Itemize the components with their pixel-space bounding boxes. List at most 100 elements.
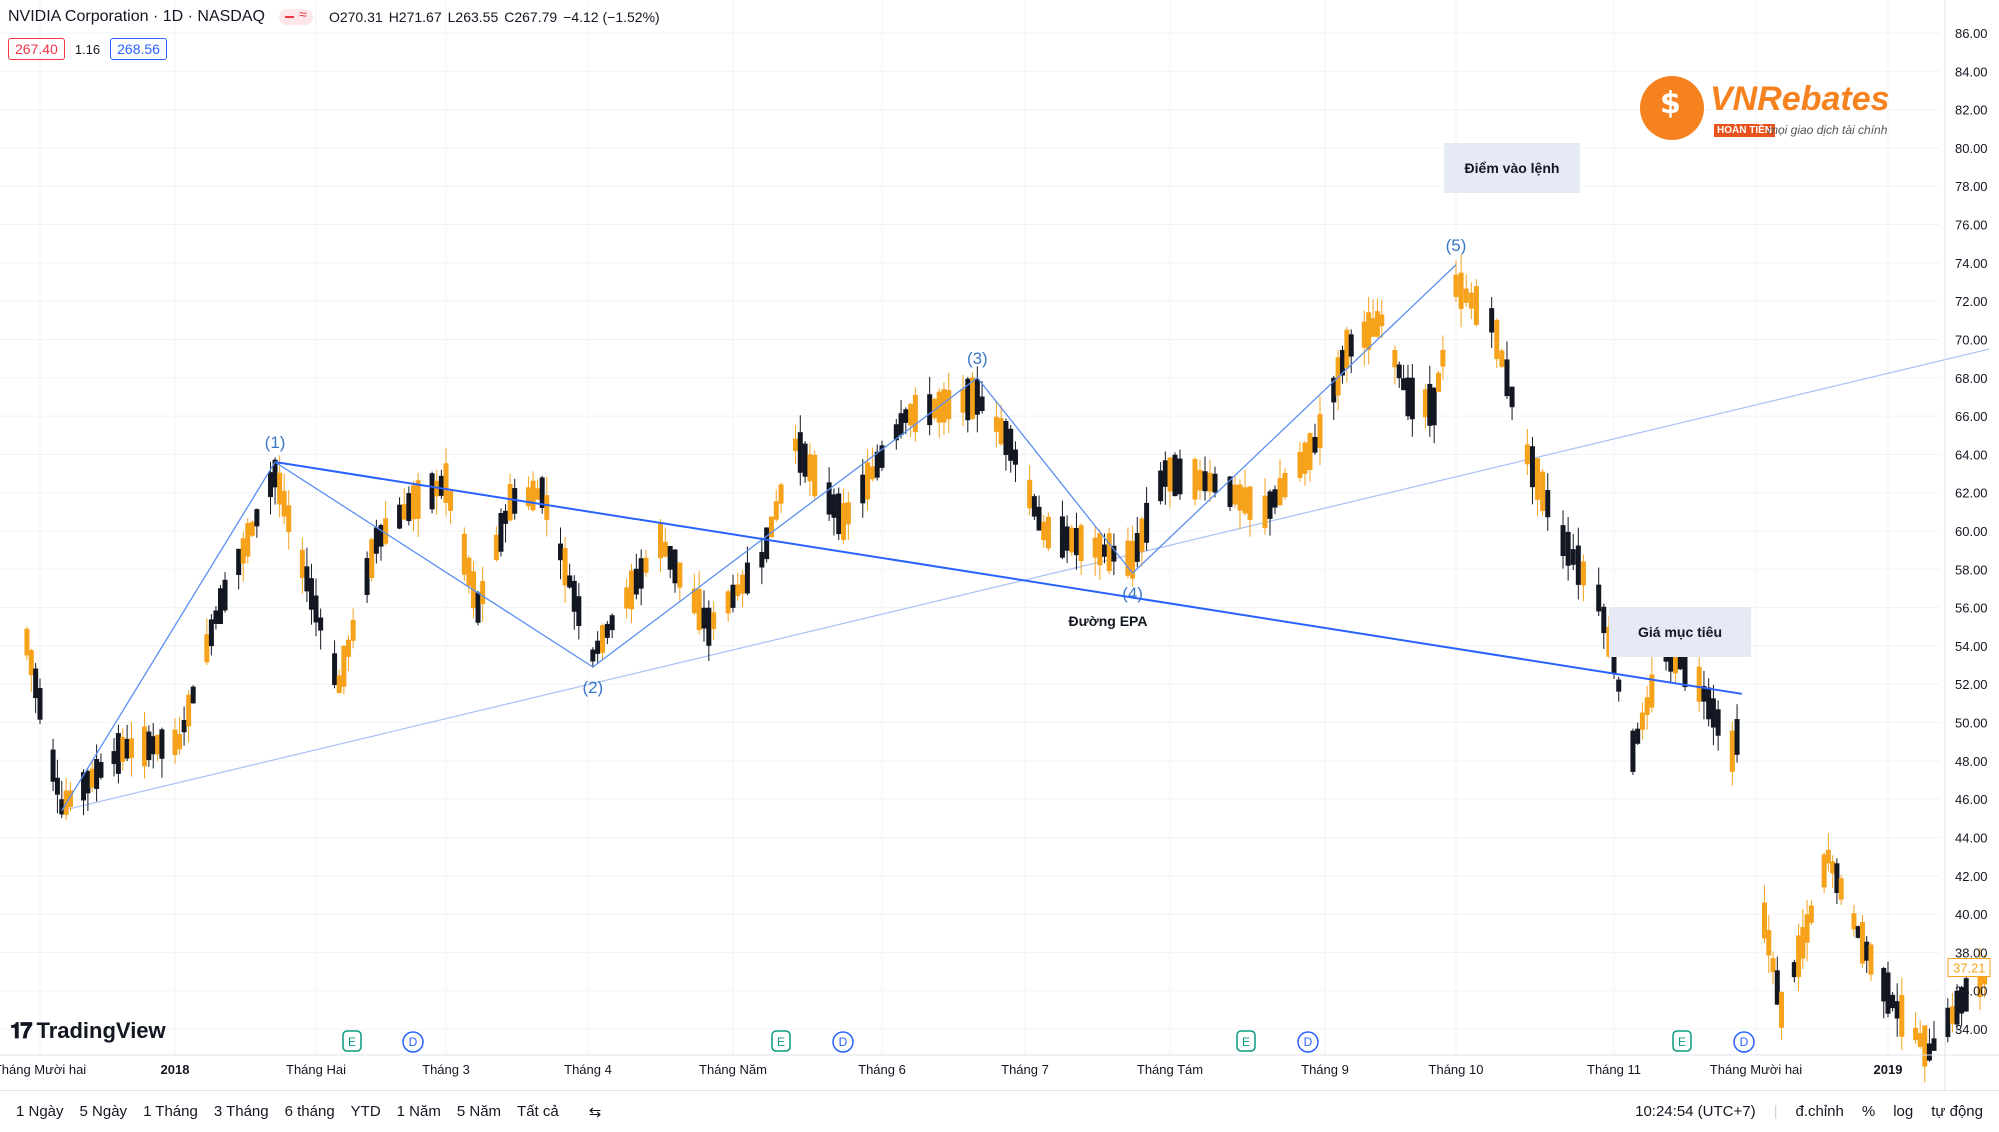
candle-body — [186, 694, 192, 727]
wave-label: (5) — [1446, 236, 1467, 255]
candle-body — [1899, 994, 1905, 1037]
candle-body — [85, 771, 91, 794]
candle-body — [177, 734, 183, 750]
candle-body — [525, 487, 531, 507]
candle-body — [1212, 473, 1218, 493]
candle-body — [466, 557, 472, 587]
tf-6m[interactable]: 6 tháng — [285, 1103, 335, 1120]
candle-body — [304, 566, 310, 592]
candle-body — [927, 394, 933, 426]
price-axis[interactable]: 86.00 84.00 82.00 80.00 78.00 76.00 74.00 72.00… — [1944, 0, 1991, 1090]
adjust-toggle[interactable]: đ.chỉnh — [1796, 1103, 1844, 1120]
target-note[interactable]: Giá mục tiêu — [1609, 607, 1751, 657]
candle-body — [869, 466, 875, 480]
tf-3m[interactable]: 3 Tháng — [214, 1103, 269, 1120]
visibility-toggle-icon[interactable] — [278, 6, 313, 25]
price-tick-label: 42.00 — [1955, 869, 1988, 884]
candle-body — [1232, 484, 1238, 505]
candle-body — [1851, 913, 1857, 930]
candle-body — [1097, 533, 1103, 566]
time-tick-label: Tháng 6 — [858, 1062, 906, 1077]
time-tick-label: 2019 — [1874, 1062, 1903, 1077]
candle-body — [759, 551, 765, 568]
log-toggle[interactable]: log — [1893, 1103, 1913, 1120]
candle-body — [1078, 525, 1084, 562]
price-chart[interactable]: (1) (2) (3) (4) (5) Đường EPA 86.00 84.00 82.0… — [0, 0, 1999, 1131]
candle-body — [1596, 584, 1602, 612]
candle-body — [254, 509, 260, 527]
candle-body — [629, 570, 634, 610]
candle-body — [1473, 286, 1479, 325]
brand-tag: HOÀN TIỀN — [1714, 124, 1775, 137]
clock[interactable]: 10:24:54 (UTC+7) — [1635, 1103, 1755, 1120]
candle-body — [1307, 433, 1313, 470]
tf-1m[interactable]: 1 Tháng — [143, 1103, 198, 1120]
candle-body — [1277, 478, 1283, 506]
candle-body — [1922, 1025, 1928, 1067]
candle-body — [24, 628, 30, 656]
candle-body — [667, 545, 673, 570]
tradingview-logo[interactable]: 𝟏𝟕 TradingView — [10, 1018, 166, 1044]
candle-body — [658, 522, 663, 559]
candle-body — [1317, 414, 1323, 449]
candle-body — [1565, 531, 1571, 566]
candle-body — [401, 504, 407, 520]
candle-body — [1489, 308, 1495, 333]
candle-body — [624, 587, 630, 609]
tf-ytd[interactable]: YTD — [351, 1103, 381, 1120]
candle-body — [1401, 378, 1407, 391]
price-tick-label: 54.00 — [1955, 639, 1988, 654]
candle-body — [1894, 1001, 1900, 1019]
candle-body — [415, 480, 421, 519]
candle-body — [318, 617, 324, 631]
price-tick-label: 82.00 — [1955, 103, 1988, 118]
candle-body — [1192, 458, 1198, 500]
ask-price[interactable]: 268.56 — [110, 38, 167, 60]
candle-body — [643, 557, 649, 573]
candle-body — [1696, 666, 1702, 702]
epa-line-path — [274, 461, 1742, 695]
candle-body — [286, 505, 292, 533]
candle-body — [1262, 495, 1268, 529]
tf-5y[interactable]: 5 Năm — [457, 1103, 501, 1120]
tf-all[interactable]: Tất cả — [517, 1103, 559, 1120]
candle-body — [567, 575, 573, 588]
candle-body — [662, 541, 668, 557]
price-tick-label: 80.00 — [1955, 141, 1988, 156]
auto-toggle[interactable]: tự động — [1931, 1103, 1983, 1120]
entry-note[interactable]: Điểm vào lệnh — [1444, 143, 1580, 193]
price-tick-label: 34.00 — [1955, 1022, 1988, 1037]
candle-body — [383, 518, 389, 544]
time-tick-label: Tháng Hai — [286, 1062, 346, 1077]
candle-body — [558, 543, 564, 561]
bid-price[interactable]: 267.40 — [8, 38, 65, 60]
candle-body — [443, 463, 449, 503]
candle-body — [1008, 428, 1014, 461]
candle-body — [730, 584, 736, 608]
tradingview-wordmark: TradingView — [36, 1018, 166, 1043]
price-tick-label: 50.00 — [1955, 716, 1988, 731]
candle-body — [1177, 458, 1183, 495]
candle-body — [245, 523, 251, 557]
candle-body — [1282, 472, 1288, 498]
brand-name: VNRebates — [1710, 80, 1890, 118]
earnings-marker-label: E — [348, 1035, 356, 1049]
candle-body — [1379, 314, 1385, 327]
tf-1y[interactable]: 1 Năm — [397, 1103, 441, 1120]
candle-body — [1931, 1038, 1937, 1051]
candle-body — [711, 612, 717, 630]
time-axis[interactable]: Tháng Mười hai 2018 Tháng Hai Tháng 3 Tháng … — [0, 1054, 1999, 1077]
price-tick-label: 64.00 — [1955, 447, 1988, 462]
candle-body — [217, 588, 223, 625]
candle-body — [998, 418, 1004, 445]
price-tick-label: 74.00 — [1955, 256, 1988, 271]
percent-toggle[interactable]: % — [1862, 1103, 1875, 1120]
elliott-waves: (1) (2) (3) (4) (5) — [61, 236, 1467, 811]
candle-body — [1431, 387, 1437, 426]
tf-1d[interactable]: 1 Ngày — [16, 1103, 64, 1120]
date-range-icon[interactable]: ⇆ — [589, 1103, 602, 1121]
symbol-title[interactable]: NVIDIA Corporation · 1D · NASDAQ — [8, 8, 265, 26]
candle-body — [1881, 967, 1887, 1002]
tf-5d[interactable]: 5 Ngày — [80, 1103, 128, 1120]
chart-area[interactable]: (1) (2) (3) (4) (5) Đường EPA 86.00 84.00 82.0… — [0, 0, 1999, 1131]
